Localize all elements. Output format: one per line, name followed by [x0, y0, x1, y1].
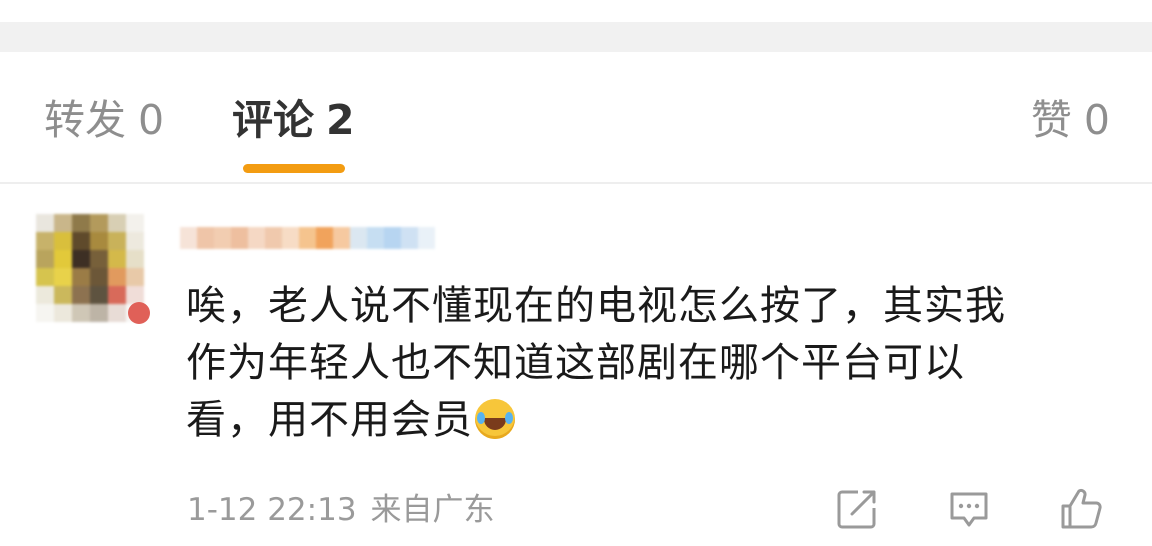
like-icon: [1061, 488, 1102, 529]
tab-likes-count: 0: [1083, 96, 1110, 144]
avatar[interactable]: [36, 214, 144, 322]
tab-reposts[interactable]: 转发 0: [44, 90, 164, 150]
comment-location: 来自广东: [370, 492, 495, 528]
tab-comments[interactable]: 评论 2: [232, 90, 355, 150]
repost-icon: [837, 490, 876, 529]
repost-button[interactable]: [834, 486, 880, 532]
comment-line: 作为年轻人也不知道这部剧在哪个平台可以: [186, 340, 965, 386]
tab-comments-label: 评论: [232, 96, 314, 144]
section-separator: [0, 22, 1152, 52]
interaction-tabs: 转发 0 评论 2 赞0: [0, 52, 1152, 182]
comment-line: 看，用不用会员: [186, 397, 473, 443]
tab-likes[interactable]: 赞0: [1031, 90, 1110, 150]
comment-icon: [950, 492, 988, 527]
tab-likes-label: 赞: [1030, 96, 1072, 144]
comment-item: 唉，老人说不懂现在的电视怎么按了，其实我 作为年轻人也不知道这部剧在哪个平台可以…: [0, 184, 1152, 546]
tab-reposts-count: 0: [138, 96, 165, 144]
like-button[interactable]: [1058, 486, 1104, 532]
comment-button[interactable]: [946, 486, 992, 532]
comment-line-last: 看，用不用会员: [186, 392, 1106, 449]
laughing-crying-emoji-icon: [475, 399, 515, 439]
tab-reposts-label: 转发: [44, 96, 126, 144]
top-strip: [0, 0, 1152, 22]
comment-meta: 1-12 22:13 来自广东: [187, 488, 495, 532]
username[interactable]: [180, 214, 460, 262]
comment-text: 唉，老人说不懂现在的电视怎么按了，其实我 作为年轻人也不知道这部剧在哪个平台可以…: [186, 278, 1106, 449]
comment-timestamp: 1-12 22:13: [187, 492, 357, 528]
comment-line: 唉，老人说不懂现在的电视怎么按了，其实我: [186, 283, 1006, 329]
avatar-badge: [128, 302, 150, 324]
tab-comments-count: 2: [326, 96, 355, 144]
active-tab-indicator: [243, 164, 345, 173]
